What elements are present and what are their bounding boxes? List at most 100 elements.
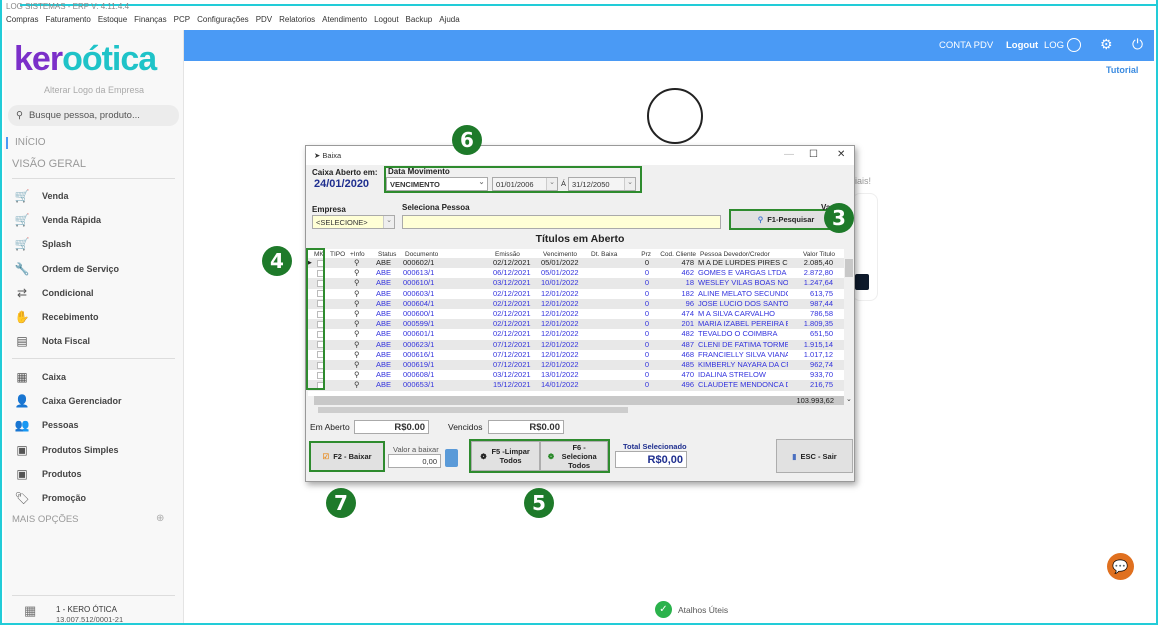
user-money-icon: 👤 bbox=[14, 394, 30, 409]
menu-11[interactable]: Ajuda bbox=[439, 15, 459, 24]
table-row[interactable]: ⚲ ABE 000610/1 03/12/2021 10/01/2022 0 18 WESLE… bbox=[308, 278, 844, 289]
info-magnifier-icon[interactable]: ⚲ bbox=[354, 289, 360, 299]
sidebar-item-ordem-de-servi-o[interactable]: 🔧 Ordem de Serviço bbox=[14, 261, 120, 277]
menu-5[interactable]: Configurações bbox=[197, 15, 249, 24]
column-header[interactable]: Valor Titulo bbox=[795, 251, 835, 258]
sidebar-item-label: Venda Rápida bbox=[42, 215, 102, 226]
sidebar-item-condicional[interactable]: ⇄ Condicional bbox=[14, 285, 94, 301]
column-header[interactable]: Emissão bbox=[495, 251, 520, 258]
horizontal-scrollbar[interactable] bbox=[308, 406, 854, 414]
pessoa-input[interactable] bbox=[402, 215, 721, 229]
power-icon[interactable]: ⏻ bbox=[1132, 36, 1143, 53]
table-row[interactable]: ▶ ⚲ ABE 000602/1 02/12/2021 05/01/2022 0 478 M A… bbox=[308, 258, 844, 269]
step-marker-6: 6 bbox=[452, 125, 482, 155]
more-options[interactable]: MAIS OPÇÕES bbox=[12, 514, 79, 525]
sidebar-item-produtos-simples[interactable]: ▣ Produtos Simples bbox=[14, 442, 118, 458]
sidebar-item-caixa-gerenciador[interactable]: 👤 Caixa Gerenciador bbox=[14, 393, 122, 409]
table-row[interactable]: ⚲ ABE 000613/1 06/12/2021 05/01/2022 0 462 GOME… bbox=[308, 268, 844, 279]
sidebar-item-produtos[interactable]: ▣ Produtos bbox=[14, 466, 81, 482]
vertical-scrollbar[interactable]: ⌄ bbox=[844, 249, 854, 406]
column-header[interactable]: Vencimento bbox=[543, 251, 577, 258]
column-header[interactable]: Status bbox=[378, 251, 396, 258]
table-row[interactable]: ⚲ ABE 000619/1 07/12/2021 12/01/2022 0 485 KIMB… bbox=[308, 360, 844, 371]
sidebar-item-caixa[interactable]: ▦ Caixa bbox=[14, 369, 66, 385]
info-magnifier-icon[interactable]: ⚲ bbox=[354, 370, 360, 380]
cell-documento: 000613/1 bbox=[403, 268, 435, 278]
calculator-icon[interactable] bbox=[445, 449, 458, 467]
valor-input[interactable]: 0,00 bbox=[388, 454, 441, 468]
menu-0[interactable]: Compras bbox=[6, 15, 38, 24]
gear-icon[interactable]: ⚙ bbox=[1100, 36, 1113, 53]
info-magnifier-icon[interactable]: ⚲ bbox=[354, 350, 360, 360]
cell-pessoa: ALINE MELATO SECUNDO bbox=[698, 288, 788, 298]
logout-link[interactable]: Logout bbox=[1006, 40, 1038, 51]
hand-money-icon: ✋ bbox=[14, 310, 30, 324]
empresa-select[interactable]: <SELECIONE> ⌄ bbox=[312, 215, 395, 229]
column-header[interactable]: Cod. Cliente bbox=[654, 251, 696, 258]
info-magnifier-icon[interactable]: ⚲ bbox=[354, 299, 360, 309]
table-row[interactable]: ⚲ ABE 000601/1 02/12/2021 12/01/2022 0 482 TEVA… bbox=[308, 329, 844, 340]
menu-3[interactable]: Finanças bbox=[134, 15, 166, 24]
menu-8[interactable]: Atendimento bbox=[322, 15, 367, 24]
date-from-picker[interactable]: 01/01/2006 ⌄ bbox=[492, 177, 558, 191]
select-all-button[interactable]: ❁ F6 - Seleciona Todos bbox=[540, 441, 608, 471]
sidebar-item-splash[interactable]: 🛒 Splash bbox=[14, 236, 72, 252]
baixar-button[interactable]: ☑ F2 - Baixar bbox=[309, 441, 385, 472]
chat-icon[interactable]: 💬 bbox=[1107, 553, 1134, 580]
table-row[interactable]: ⚲ ABE 000603/1 02/12/2021 12/01/2022 0 182 ALIN… bbox=[308, 288, 844, 299]
minimize-button[interactable]: — bbox=[784, 149, 794, 160]
change-logo-link[interactable]: Alterar Logo da Empresa bbox=[4, 85, 184, 95]
info-magnifier-icon[interactable]: ⚲ bbox=[354, 329, 360, 339]
column-header[interactable]: Prz bbox=[639, 251, 651, 258]
menu-7[interactable]: Relatorios bbox=[279, 15, 315, 24]
info-magnifier-icon[interactable]: ⚲ bbox=[354, 278, 360, 288]
menu-6[interactable]: PDV bbox=[256, 15, 272, 24]
menu-1[interactable]: Faturamento bbox=[45, 15, 90, 24]
nav-visao-geral[interactable]: VISÃO GERAL bbox=[12, 158, 86, 170]
date-to-picker[interactable]: 31/12/2050 ⌄ bbox=[568, 177, 636, 191]
table-row[interactable]: ⚲ ABE 000608/1 03/12/2021 13/01/2022 0 470 IDAL… bbox=[308, 370, 844, 381]
column-header[interactable]: +Info bbox=[350, 251, 365, 258]
conta-pdv-link[interactable]: CONTA PDV bbox=[939, 40, 993, 51]
sidebar-item-recebimento[interactable]: ✋ Recebimento bbox=[14, 309, 99, 325]
user-icon[interactable] bbox=[1067, 38, 1081, 52]
exit-button[interactable]: ▮ ESC - Sair bbox=[776, 439, 853, 473]
close-button[interactable]: ✕ bbox=[837, 149, 845, 160]
column-header[interactable]: Documento bbox=[405, 251, 438, 258]
sidebar-item-venda-r-pida[interactable]: 🛒 Venda Rápida bbox=[14, 212, 102, 228]
table-row[interactable]: ⚲ ABE 000600/1 02/12/2021 12/01/2022 0 474 M A … bbox=[308, 309, 844, 320]
table-row[interactable]: ⚲ ABE 000616/1 07/12/2021 12/01/2022 0 468 FRAN… bbox=[308, 349, 844, 360]
search-input[interactable]: ⚲ Busque pessoa, produto... bbox=[8, 105, 179, 126]
data-movimento-select[interactable]: VENCIMENTO ⌄ bbox=[386, 177, 488, 191]
cell-pessoa: CLENI DE FATIMA TORME bbox=[698, 339, 788, 349]
info-magnifier-icon[interactable]: ⚲ bbox=[354, 258, 360, 268]
tutorial-link[interactable]: Tutorial bbox=[1106, 65, 1138, 75]
info-magnifier-icon[interactable]: ⚲ bbox=[354, 268, 360, 278]
chevron-down-icon[interactable]: ⊕ bbox=[156, 513, 164, 524]
sidebar-item-pessoas[interactable]: 👥 Pessoas bbox=[14, 417, 79, 433]
sidebar-item-nota-fiscal[interactable]: ▤ Nota Fiscal bbox=[14, 333, 90, 349]
info-magnifier-icon[interactable]: ⚲ bbox=[354, 340, 360, 350]
sidebar-item-promo-o[interactable]: 🏷 Promoção bbox=[14, 490, 86, 506]
maximize-button[interactable]: ☐ bbox=[809, 149, 818, 160]
info-magnifier-icon[interactable]: ⚲ bbox=[354, 309, 360, 319]
info-magnifier-icon[interactable]: ⚲ bbox=[354, 360, 360, 370]
table-row[interactable]: ⚲ ABE 000623/1 07/12/2021 12/01/2022 0 487 CLEN… bbox=[308, 339, 844, 350]
column-header[interactable]: Dt. Baixa bbox=[591, 251, 617, 258]
nav-inicio[interactable]: INÍCIO bbox=[15, 137, 46, 148]
date-separator: Á bbox=[561, 179, 567, 188]
column-header[interactable]: Pessoa Devedor/Credor bbox=[700, 251, 770, 258]
info-magnifier-icon[interactable]: ⚲ bbox=[354, 380, 360, 390]
clear-all-button[interactable]: ❁ F5 -Limpar Todos bbox=[471, 441, 540, 471]
menu-9[interactable]: Logout bbox=[374, 15, 398, 24]
menu-2[interactable]: Estoque bbox=[98, 15, 127, 24]
menu-4[interactable]: PCP bbox=[174, 15, 190, 24]
sidebar-item-venda[interactable]: 🛒 Venda bbox=[14, 188, 69, 204]
column-header[interactable]: TIPO bbox=[330, 251, 345, 258]
menu-10[interactable]: Backup bbox=[406, 15, 433, 24]
table-row[interactable]: ⚲ ABE 000653/1 15/12/2021 14/01/2022 0 496 CLAU… bbox=[308, 380, 844, 391]
shortcuts-link[interactable]: ✓ Atalhos Úteis bbox=[655, 601, 728, 618]
table-row[interactable]: ⚲ ABE 000604/1 02/12/2021 12/01/2022 0 96 JOSE … bbox=[308, 298, 844, 309]
table-row[interactable]: ⚲ ABE 000599/1 02/12/2021 12/01/2022 0 201 MARI… bbox=[308, 319, 844, 330]
info-magnifier-icon[interactable]: ⚲ bbox=[354, 319, 360, 329]
